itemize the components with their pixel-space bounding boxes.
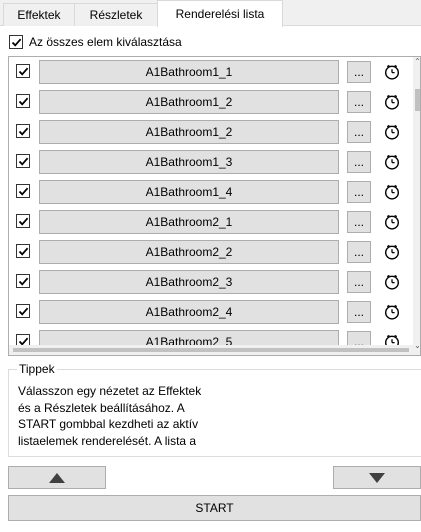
horizontal-scrollbar[interactable] bbox=[9, 345, 413, 355]
checkmark-icon bbox=[18, 187, 28, 196]
item-checkbox[interactable] bbox=[16, 244, 30, 258]
item-options-button[interactable]: ... bbox=[347, 91, 371, 113]
tab-bar: Effektek Részletek Renderelési lista bbox=[0, 0, 421, 27]
clock-icon[interactable] bbox=[384, 124, 400, 140]
item-checkbox[interactable] bbox=[16, 304, 30, 318]
clock-icon[interactable] bbox=[384, 94, 400, 110]
item-name: A1Bathroom1_4 bbox=[145, 185, 233, 199]
checkmark-icon bbox=[18, 97, 28, 106]
list-item: A1Bathroom2_4... bbox=[9, 297, 409, 327]
scroll-down-arrow-icon[interactable]: ⌄ bbox=[413, 341, 420, 351]
clock-icon[interactable] bbox=[384, 274, 400, 290]
item-checkbox[interactable] bbox=[16, 64, 30, 78]
checkmark-icon bbox=[18, 127, 28, 136]
item-name: A1Bathroom2_2 bbox=[145, 245, 233, 259]
clock-icon[interactable] bbox=[384, 214, 400, 230]
move-up-button[interactable] bbox=[8, 466, 106, 489]
item-name-button[interactable]: A1Bathroom1_1 bbox=[39, 60, 339, 84]
item-name: A1Bathroom2_4 bbox=[145, 305, 233, 319]
triangle-down-icon bbox=[369, 472, 385, 483]
item-name: A1Bathroom1_3 bbox=[145, 155, 233, 169]
item-options-button[interactable]: ... bbox=[347, 271, 371, 293]
item-name: A1Bathroom1_2 bbox=[145, 95, 233, 109]
tab-render-list[interactable]: Renderelési lista bbox=[157, 0, 283, 27]
start-button[interactable]: START bbox=[8, 495, 421, 521]
render-list[interactable]: A1Bathroom2_5... A1Bathroom2_4... A1Bathro… bbox=[8, 56, 421, 356]
item-name-button[interactable]: A1Bathroom1_3 bbox=[39, 150, 339, 174]
item-name: A1Bathroom2_1 bbox=[145, 215, 233, 229]
item-options-label: ... bbox=[353, 275, 364, 289]
item-options-label: ... bbox=[353, 305, 364, 319]
clock-icon[interactable] bbox=[384, 184, 400, 200]
tab-effects[interactable]: Effektek bbox=[3, 3, 75, 26]
tips-title: Tippek bbox=[17, 362, 57, 376]
checkmark-icon bbox=[18, 157, 28, 166]
item-options-label: ... bbox=[353, 215, 364, 229]
item-name-button[interactable]: A1Bathroom1_2 bbox=[39, 120, 339, 144]
list-item: A1Bathroom2_3... bbox=[9, 267, 409, 297]
list-item: A1Bathroom1_1... bbox=[9, 57, 409, 87]
select-all-label: Az összes elem kiválasztása bbox=[29, 35, 182, 49]
item-checkbox[interactable] bbox=[16, 154, 30, 168]
item-name-button[interactable]: A1Bathroom1_2 bbox=[39, 90, 339, 114]
item-options-button[interactable]: ... bbox=[347, 301, 371, 323]
list-item: A1Bathroom1_2... bbox=[9, 87, 409, 117]
item-checkbox[interactable] bbox=[16, 184, 30, 198]
item-options-label: ... bbox=[353, 125, 364, 139]
clock-icon[interactable] bbox=[384, 154, 400, 170]
tab-render-list-label: Renderelési lista bbox=[175, 7, 265, 21]
item-options-label: ... bbox=[353, 65, 364, 79]
tab-effects-label: Effektek bbox=[17, 8, 61, 22]
vertical-scrollbar[interactable]: ⌃ ⌄ bbox=[413, 57, 420, 355]
checkmark-icon bbox=[18, 247, 28, 256]
start-button-label: START bbox=[195, 501, 234, 515]
item-checkbox[interactable] bbox=[16, 94, 30, 108]
item-options-button[interactable]: ... bbox=[347, 211, 371, 233]
tab-details-label: Részletek bbox=[89, 8, 143, 22]
item-name: A1Bathroom1_1 bbox=[145, 65, 233, 79]
item-name-button[interactable]: A1Bathroom2_3 bbox=[39, 270, 339, 294]
hscroll-thumb[interactable] bbox=[13, 348, 409, 352]
item-options-button[interactable]: ... bbox=[347, 121, 371, 143]
clock-icon[interactable] bbox=[384, 64, 400, 80]
scroll-thumb[interactable] bbox=[415, 89, 420, 111]
checkmark-icon bbox=[11, 38, 21, 47]
item-checkbox[interactable] bbox=[16, 274, 30, 288]
item-options-label: ... bbox=[353, 245, 364, 259]
list-item: A1Bathroom2_1... bbox=[9, 207, 409, 237]
tips-text: Válasszon egy nézetet az Effektek és a R… bbox=[18, 384, 202, 448]
checkmark-icon bbox=[18, 67, 28, 76]
clock-icon[interactable] bbox=[384, 244, 400, 260]
list-item: A1Bathroom1_2... bbox=[9, 117, 409, 147]
checkmark-icon bbox=[18, 217, 28, 226]
tips-group: Tippek Válasszon egy nézetet az Effektek… bbox=[8, 362, 421, 457]
item-name: A1Bathroom1_2 bbox=[145, 125, 233, 139]
list-item: A1Bathroom2_2... bbox=[9, 237, 409, 267]
item-options-label: ... bbox=[353, 95, 364, 109]
select-all-check[interactable] bbox=[9, 35, 23, 49]
clock-icon[interactable] bbox=[384, 304, 400, 320]
item-options-button[interactable]: ... bbox=[347, 151, 371, 173]
item-name: A1Bathroom2_3 bbox=[145, 275, 233, 289]
item-name-button[interactable]: A1Bathroom1_4 bbox=[39, 180, 339, 204]
tab-details[interactable]: Részletek bbox=[74, 3, 158, 26]
select-all-checkbox[interactable]: Az összes elem kiválasztása bbox=[9, 34, 182, 50]
scroll-up-arrow-icon[interactable]: ⌃ bbox=[413, 57, 420, 67]
list-item: A1Bathroom1_3... bbox=[9, 147, 409, 177]
list-item: A1Bathroom1_4... bbox=[9, 177, 409, 207]
item-name-button[interactable]: A1Bathroom2_2 bbox=[39, 240, 339, 264]
item-options-label: ... bbox=[353, 185, 364, 199]
item-options-label: ... bbox=[353, 155, 364, 169]
checkmark-icon bbox=[18, 307, 28, 316]
item-checkbox[interactable] bbox=[16, 124, 30, 138]
item-options-button[interactable]: ... bbox=[347, 181, 371, 203]
item-options-button[interactable]: ... bbox=[347, 61, 371, 83]
item-checkbox[interactable] bbox=[16, 214, 30, 228]
triangle-up-icon bbox=[49, 472, 65, 483]
item-name-button[interactable]: A1Bathroom2_4 bbox=[39, 300, 339, 324]
move-down-button[interactable] bbox=[333, 466, 421, 489]
item-options-button[interactable]: ... bbox=[347, 241, 371, 263]
checkmark-icon bbox=[18, 277, 28, 286]
item-name-button[interactable]: A1Bathroom2_1 bbox=[39, 210, 339, 234]
